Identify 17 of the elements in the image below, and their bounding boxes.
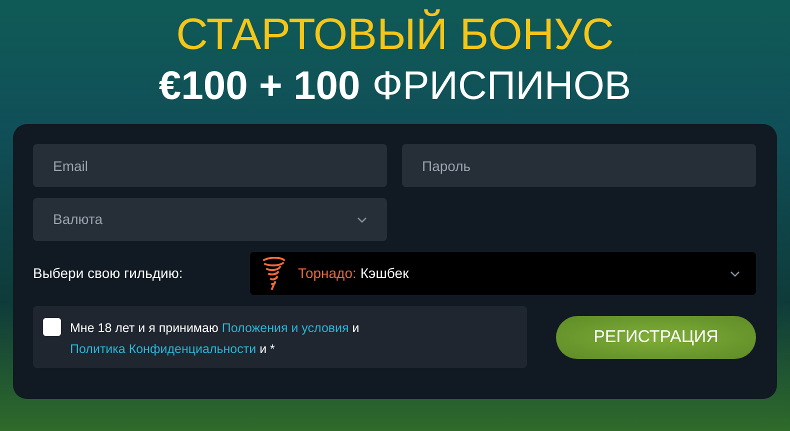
guild-select[interactable]: Торнадо: Кэшбек — [250, 252, 756, 295]
guild-label: Выбери свою гильдию: — [33, 264, 184, 283]
bonus-title: СТАРТОВЫЙ БОНУС — [176, 10, 614, 60]
guild-name: Торнадо: — [298, 264, 356, 283]
terms-link[interactable]: Положения и условия — [222, 321, 349, 335]
email-field[interactable]: Email — [33, 144, 387, 187]
currency-select[interactable]: Валюта — [33, 198, 387, 241]
terms-link[interactable]: Политика Конфиденциальности — [70, 342, 256, 356]
chevron-down-icon — [730, 270, 740, 276]
password-field[interactable]: Пароль — [402, 144, 756, 187]
consent-checkbox[interactable] — [43, 318, 61, 336]
guild-perk: Кэшбек — [360, 264, 409, 283]
chevron-down-icon — [357, 216, 367, 222]
tornado-icon — [262, 256, 286, 290]
consent-text: Мне 18 лет и я принимаю Положения и условия и Политика Конфиденциальности и * — [70, 320, 360, 358]
bonus-freespins: ФРИСПИНОВ — [372, 63, 632, 110]
bonus-amount: €100 + 100 — [158, 63, 360, 110]
